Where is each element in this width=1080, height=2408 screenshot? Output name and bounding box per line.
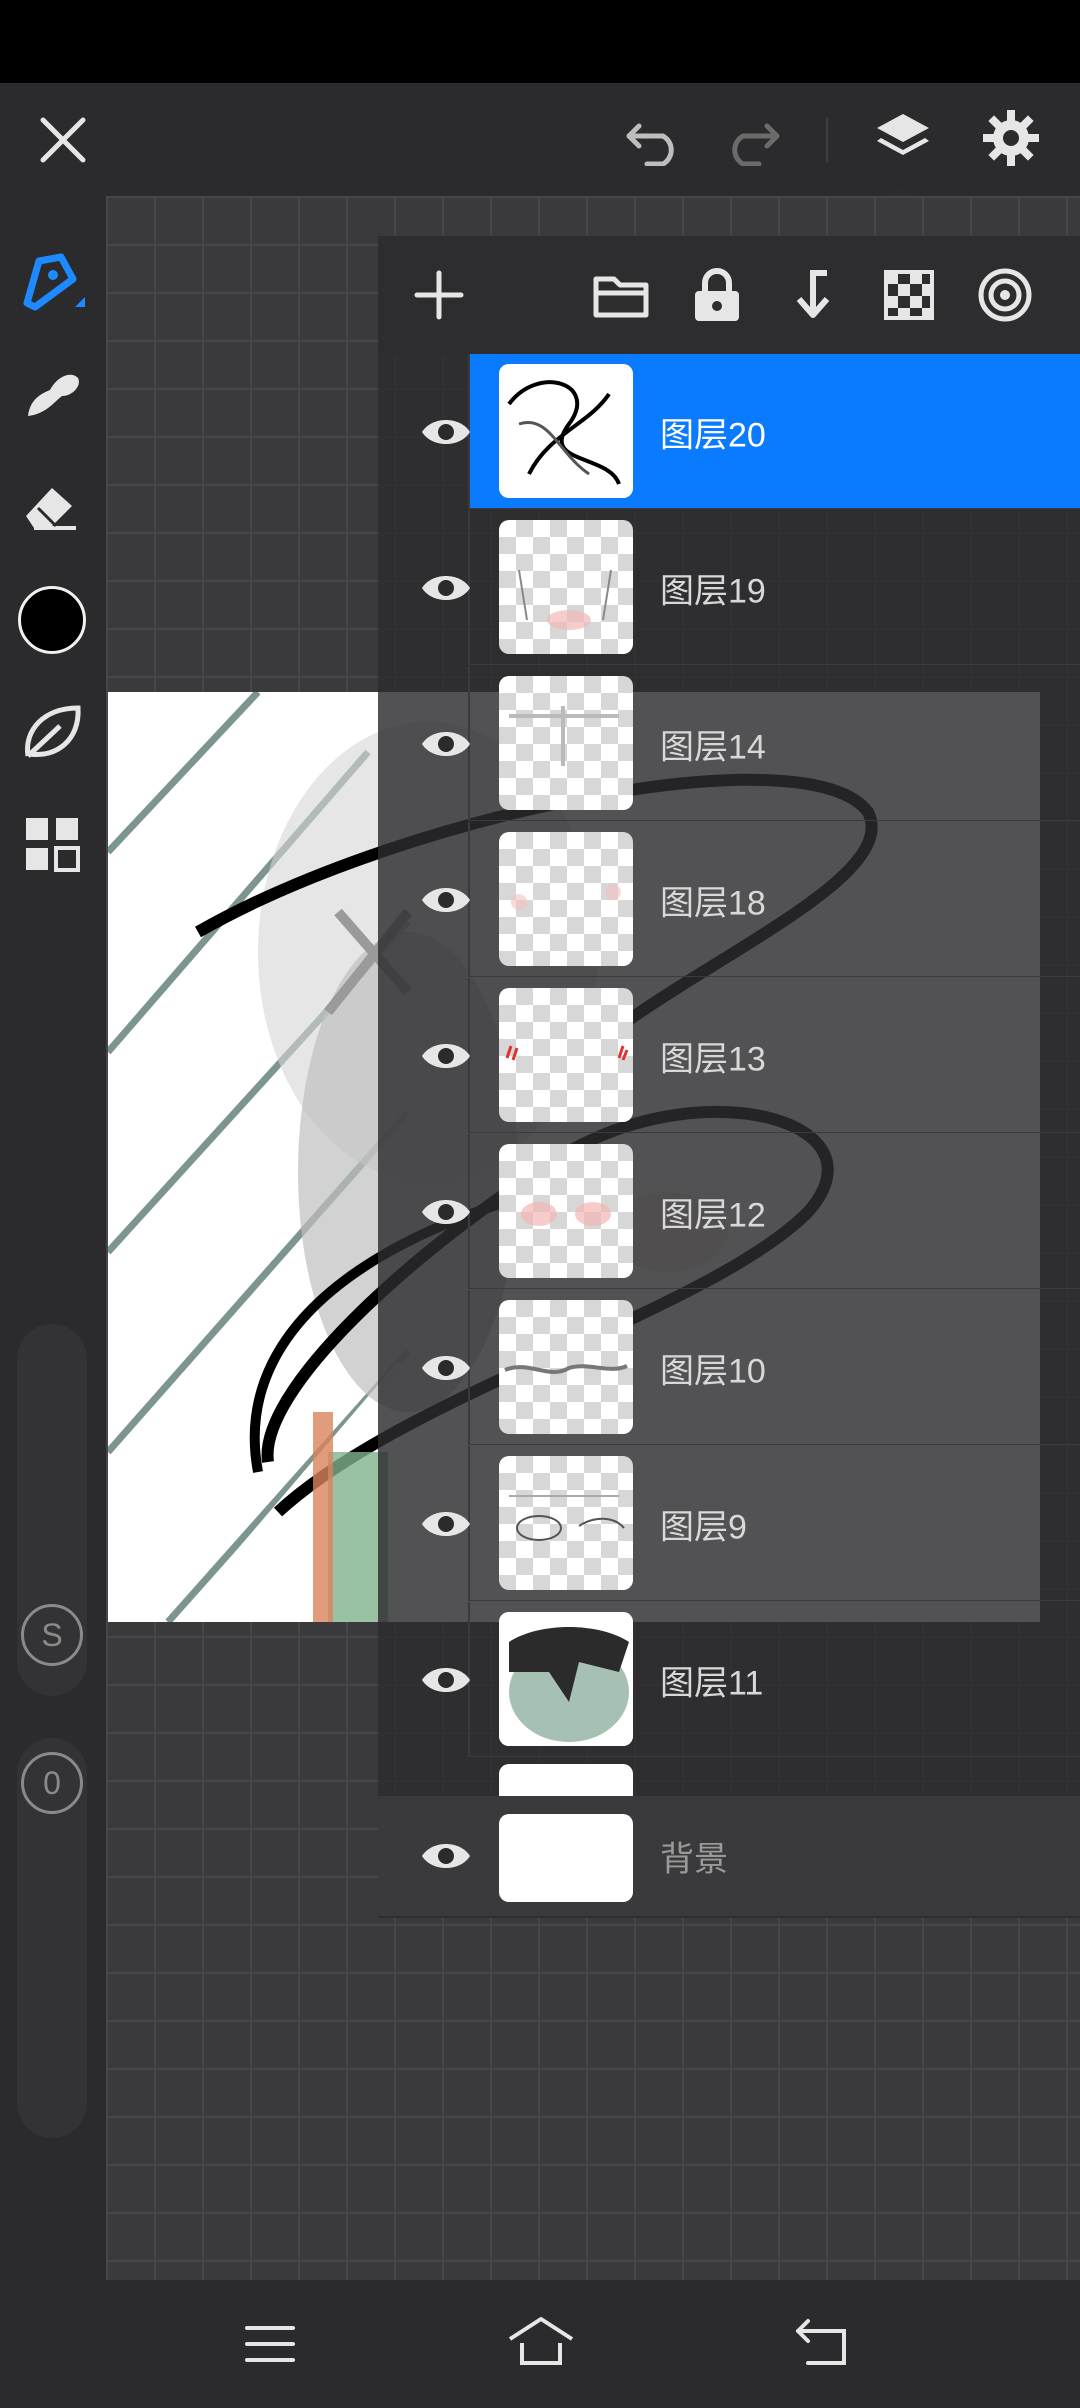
top-toolbar (0, 83, 1080, 202)
brush-tool-icon[interactable] (16, 246, 88, 318)
layer-list: 图层20 图层19 图层14 图层18 图层13 图层12 图层10 图层9 图层11 (378, 354, 1080, 1796)
row-separator (470, 820, 1080, 821)
layer-name: 图层19 (660, 572, 766, 610)
layer-thumbnail (499, 1456, 633, 1590)
target-icon[interactable] (974, 264, 1036, 326)
row-separator (470, 976, 1080, 977)
undo-icon[interactable] (622, 111, 688, 171)
visibility-eye-icon[interactable] (398, 1026, 494, 1086)
row-separator (470, 1288, 1080, 1289)
layer-name: 图层13 (660, 1040, 766, 1078)
menu-icon[interactable] (238, 2314, 302, 2374)
visibility-eye-icon[interactable] (398, 1494, 494, 1554)
merge-down-icon[interactable] (782, 264, 844, 326)
layer-row[interactable]: 图层18 (378, 822, 1080, 977)
layers-panel: 图层20 图层19 图层14 图层18 图层13 图层12 图层10 图层9 图层11 背景 (378, 236, 1080, 1918)
layer-thumbnail (499, 676, 633, 810)
toolbar-divider (826, 117, 828, 163)
leaf-icon[interactable] (16, 696, 88, 768)
checkerboard-icon[interactable] (878, 264, 940, 326)
layer-row[interactable]: 图层11 (378, 1602, 1080, 1757)
layer-row[interactable]: 图层9 (378, 1446, 1080, 1601)
background-layer-thumbnail (499, 1814, 633, 1902)
layer-thumbnail (499, 1612, 633, 1746)
layer-row[interactable]: 图层20 (378, 354, 1080, 509)
background-layer-row[interactable]: 背景 (378, 1796, 1080, 1916)
layers-toolbar (378, 236, 1080, 354)
size-slider-knob[interactable]: S (21, 1604, 83, 1666)
row-separator (470, 508, 1080, 509)
visibility-eye-icon[interactable] (398, 558, 494, 618)
status-bar (0, 0, 1080, 83)
background-layer-name: 背景 (660, 1840, 728, 1879)
layer-thumbnail (499, 832, 633, 966)
layer-thumbnail (499, 520, 633, 654)
layer-name: 图层18 (660, 884, 766, 922)
visibility-eye-icon[interactable] (398, 1182, 494, 1242)
layer-name: 图层10 (660, 1352, 766, 1390)
layer-thumbnail (499, 1144, 633, 1278)
grid-apps-icon[interactable] (16, 808, 88, 880)
row-separator (470, 1756, 1080, 1757)
add-layer-icon[interactable] (408, 264, 470, 326)
eraser-tool-icon[interactable] (16, 468, 88, 540)
back-icon[interactable] (790, 2312, 854, 2372)
layer-row[interactable]: 图层13 (378, 978, 1080, 1133)
layer-name: 图层11 (660, 1664, 764, 1702)
row-separator (470, 1600, 1080, 1601)
visibility-eye-icon[interactable] (398, 714, 494, 774)
smudge-tool-icon[interactable] (16, 356, 88, 428)
color-swatch[interactable] (18, 586, 86, 654)
opacity-slider[interactable]: 0 (17, 1738, 87, 2138)
system-navbar (0, 2280, 1080, 2408)
layer-name: 图层12 (660, 1196, 766, 1234)
layer-row[interactable]: 图层19 (378, 510, 1080, 665)
visibility-eye-icon[interactable] (398, 1826, 494, 1886)
layer-row[interactable]: 图层14 (378, 666, 1080, 821)
visibility-eye-icon[interactable] (398, 402, 494, 462)
row-separator (470, 1132, 1080, 1133)
home-icon[interactable] (504, 2310, 578, 2374)
layer-name: 图层9 (660, 1508, 747, 1546)
layer-thumbnail (499, 988, 633, 1122)
row-separator (470, 1444, 1080, 1445)
opacity-slider-knob[interactable]: 0 (21, 1752, 83, 1814)
layer-row[interactable]: 图层10 (378, 1290, 1080, 1445)
visibility-eye-icon[interactable] (398, 870, 494, 930)
layer-name: 图层20 (660, 416, 766, 454)
layers-icon[interactable] (870, 105, 936, 171)
lock-icon[interactable] (686, 264, 748, 326)
layer-row[interactable]: 图层12 (378, 1134, 1080, 1289)
layer-thumbnail (499, 364, 633, 498)
row-separator (470, 664, 1080, 665)
layer-thumbnail (499, 1300, 633, 1434)
redo-icon[interactable] (718, 111, 784, 171)
brush-size-slider[interactable]: S (17, 1324, 87, 1696)
close-icon[interactable] (30, 107, 96, 173)
layer-name: 图层14 (660, 728, 766, 766)
visibility-eye-icon[interactable] (398, 1338, 494, 1398)
layer-thumbnail-peek (499, 1764, 633, 1796)
left-toolbar: S 0 (0, 196, 106, 2280)
folder-icon[interactable] (590, 264, 652, 326)
gear-icon[interactable] (978, 105, 1044, 171)
visibility-eye-icon[interactable] (398, 1650, 494, 1710)
